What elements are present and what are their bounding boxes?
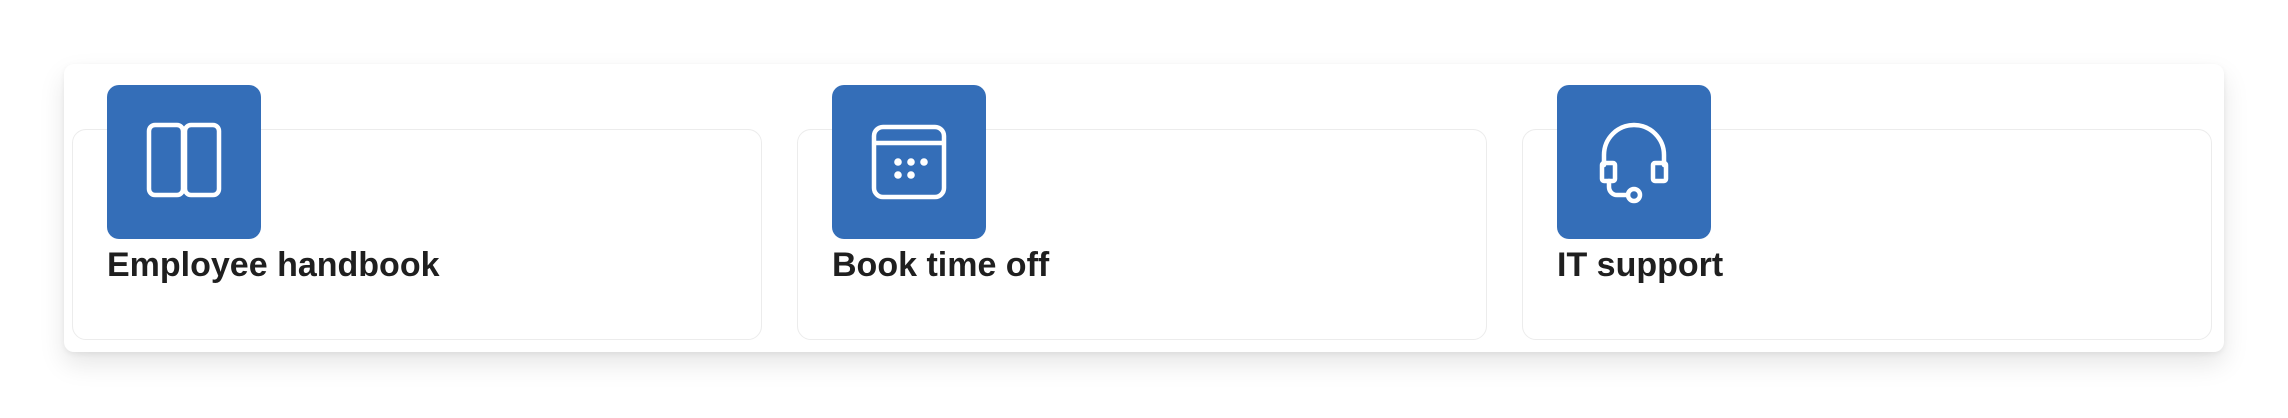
headset-icon xyxy=(1557,85,1711,239)
card-title: Employee handbook xyxy=(107,246,440,284)
calendar-icon xyxy=(832,85,986,239)
book-open-icon xyxy=(107,85,261,239)
card-title: Book time off xyxy=(832,246,1050,284)
card-title: IT support xyxy=(1557,246,1724,284)
quick-links-panel: Employee handbook Book time off IT suppo… xyxy=(64,64,2224,352)
